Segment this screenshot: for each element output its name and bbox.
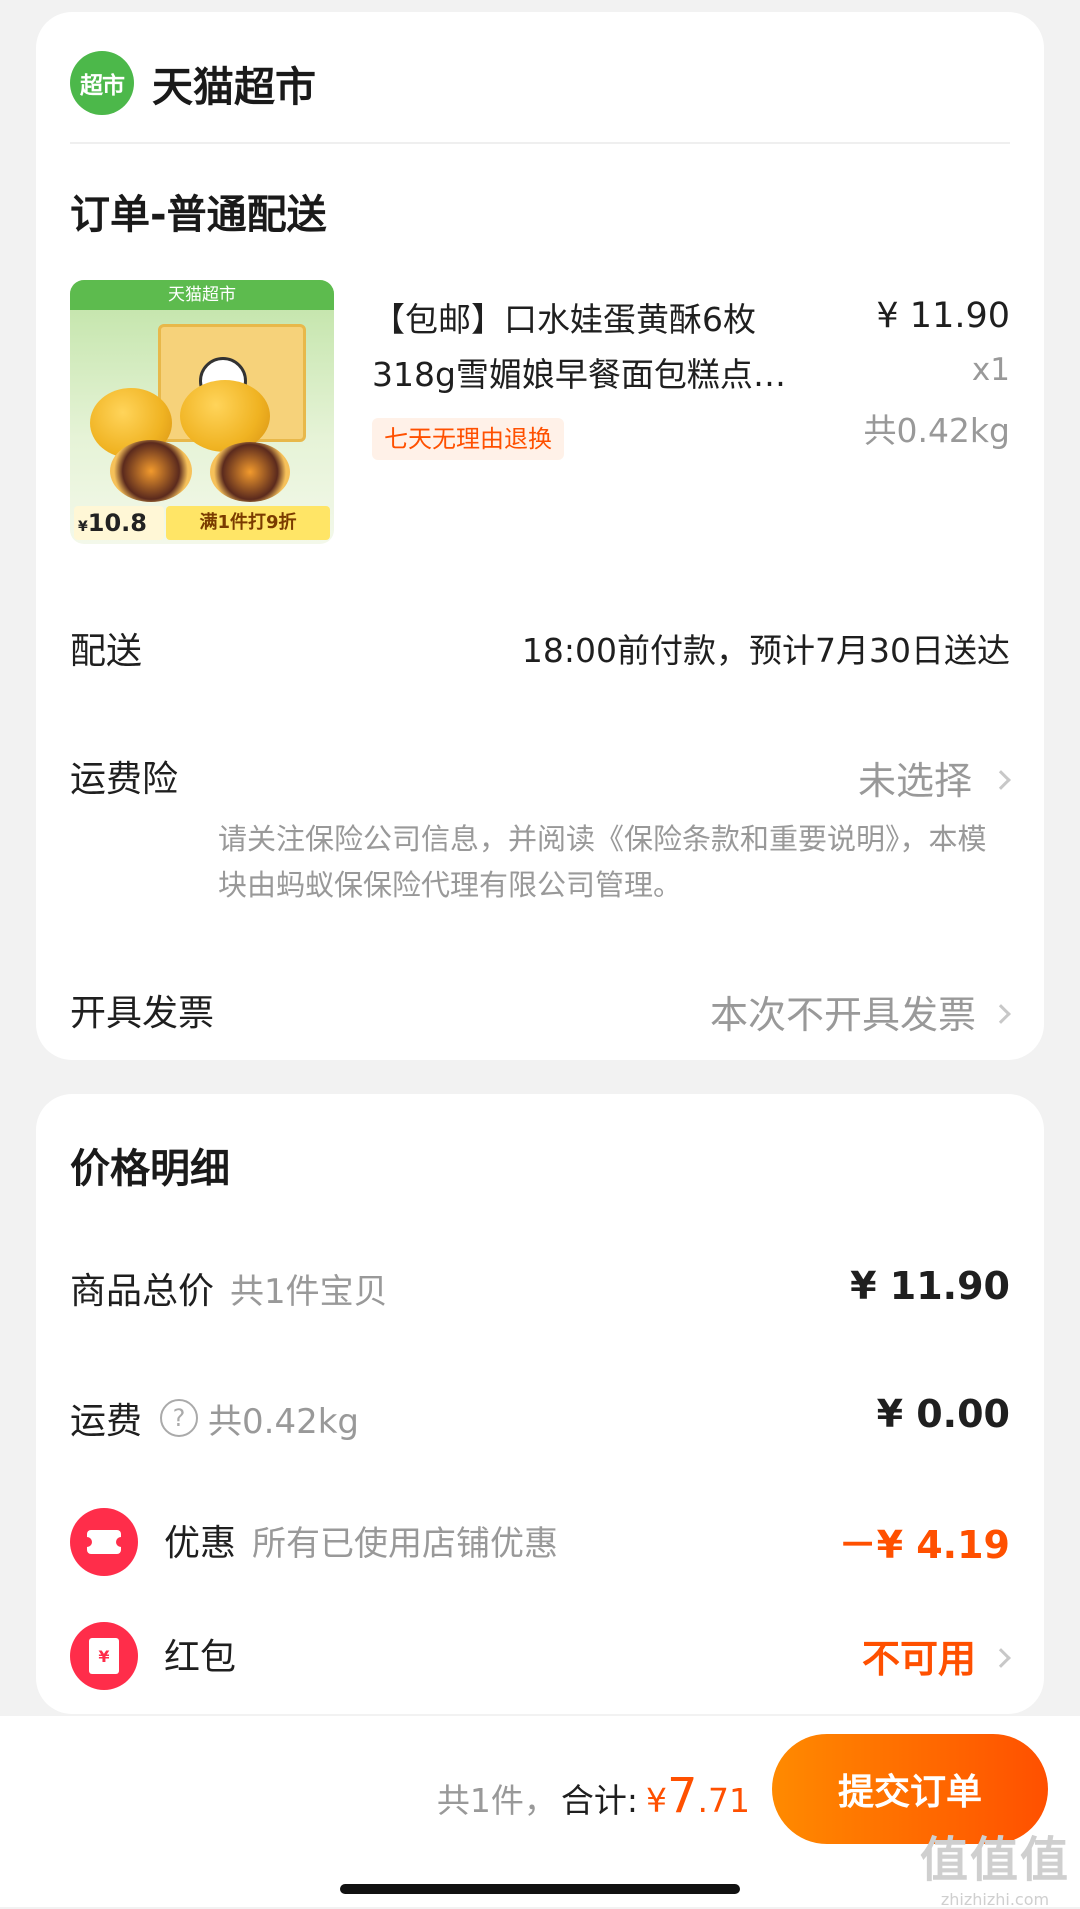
- goods-total-value: ¥ 11.90: [850, 1264, 1010, 1308]
- total-amount: ¥7.71: [645, 1768, 750, 1824]
- shipping-insurance-value: 未选择: [857, 759, 972, 803]
- return-policy-tag: 七天无理由退换: [372, 418, 564, 460]
- product-price: ¥ 11.90: [876, 296, 1010, 336]
- shipping-insurance-selector[interactable]: 未选择: [857, 750, 1011, 805]
- product-weight: 共0.42kg: [863, 411, 1010, 450]
- discount-sub: 所有已使用店铺优惠: [252, 1524, 559, 1564]
- store-name: 天猫超市: [152, 63, 316, 111]
- store-header[interactable]: 超市 天猫超市: [70, 45, 316, 121]
- insurance-note[interactable]: 请关注保险公司信息，并阅读《保险条款和重要说明》，本模块由蚂蚁保保险代理有限公司…: [218, 816, 988, 908]
- price-detail-card: 价格明细 商品总价 共1件宝贝 ¥ 11.90 运费 ? 共0.42kg ¥ 0.…: [36, 1094, 1044, 1714]
- item-count: 共1件，: [436, 1781, 557, 1820]
- chevron-right-icon: [991, 1647, 1011, 1668]
- discount-value: －¥ 4.19: [838, 1523, 1010, 1567]
- total-label: 合计:: [560, 1781, 638, 1820]
- invoice-label: 开具发票: [70, 993, 215, 1034]
- thumb-banner: 天猫超市: [70, 280, 334, 310]
- thumb-promo: 满1件打9折: [166, 506, 330, 540]
- delivery-value: 18:00前付款，预计7月30日送达: [521, 631, 1010, 670]
- price-detail-title: 价格明细: [70, 1146, 230, 1192]
- red-packet-label: 红包: [164, 1637, 237, 1678]
- chevron-right-icon: [991, 769, 1011, 790]
- discount-text: 优惠: [164, 1523, 237, 1564]
- shipping-fee-value: ¥ 0.00: [876, 1392, 1010, 1436]
- invoice-value: 本次不开具发票: [709, 993, 976, 1037]
- home-indicator[interactable]: [340, 1884, 740, 1894]
- chevron-right-icon: [991, 1003, 1011, 1024]
- goods-count: 共1件宝贝: [230, 1272, 388, 1312]
- pastry-cross-section: [210, 442, 290, 502]
- order-card: 超市 天猫超市 订单-普通配送 天猫超市 ¥10.8 满1件打9折 【包邮】口水…: [36, 12, 1044, 1060]
- store-logo: 超市: [70, 51, 134, 115]
- discount-label: 优惠 所有已使用店铺优惠: [164, 1514, 558, 1566]
- shipping-fee-label: 运费 ? 共0.42kg: [70, 1392, 359, 1444]
- red-packet-selector[interactable]: 不可用: [861, 1628, 1011, 1683]
- order-section-title: 订单-普通配送: [70, 192, 327, 238]
- shipping-insurance-label: 运费险: [70, 759, 179, 800]
- delivery-label: 配送: [70, 631, 143, 672]
- product-title[interactable]: 【包邮】口水娃蛋黄酥6枚318g雪媚娘早餐面包糕点零食: [372, 292, 802, 402]
- product-image[interactable]: 天猫超市 ¥10.8 满1件打9折: [70, 280, 334, 544]
- red-envelope-icon: ¥: [70, 1622, 138, 1690]
- checkout-bar: 共1件， 合计: ¥7.71 提交订单 值值值 zhizhizhi.com: [0, 1716, 1080, 1909]
- divider: [70, 142, 1010, 144]
- watermark: 值值值 zhizhizhi.com: [919, 1832, 1070, 1909]
- product-quantity: x1: [971, 352, 1010, 388]
- shipping-fee-text: 运费: [70, 1401, 143, 1442]
- goods-total-label: 商品总价 共1件宝贝: [70, 1262, 388, 1314]
- order-total: 共1件， 合计: ¥7.71: [437, 1768, 750, 1824]
- invoice-selector[interactable]: 本次不开具发票: [709, 984, 1011, 1039]
- question-circle-icon[interactable]: ?: [160, 1399, 199, 1437]
- goods-total-text: 商品总价: [70, 1271, 215, 1312]
- shipping-weight: 共0.42kg: [208, 1401, 359, 1442]
- pastry-cross-section: [110, 440, 192, 502]
- red-packet-value: 不可用: [861, 1637, 976, 1681]
- ticket-icon: [70, 1508, 138, 1576]
- egg-yolk-pastry: [180, 380, 270, 452]
- thumb-price: ¥10.8: [74, 506, 164, 540]
